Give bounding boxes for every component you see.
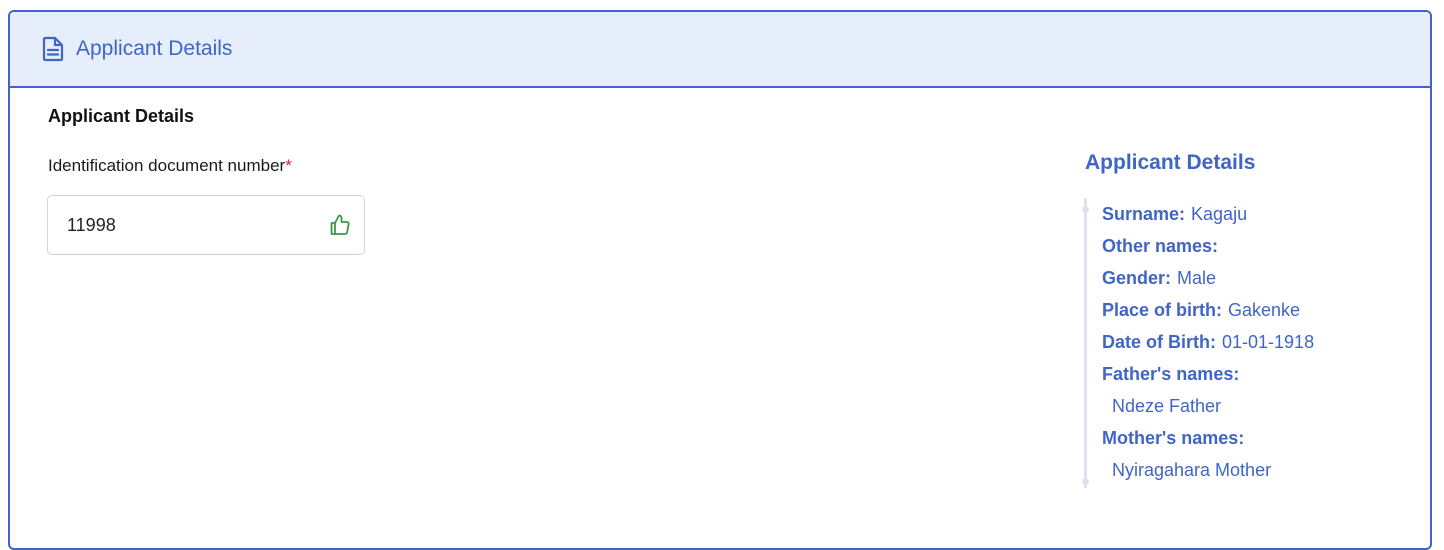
surname-value: Kagaju bbox=[1191, 204, 1248, 224]
father-names-row: Father's names: bbox=[1102, 358, 1314, 390]
other-names-label: Other names: bbox=[1102, 236, 1219, 256]
gender-label: Gender: bbox=[1102, 268, 1172, 288]
mother-names-row: Mother's names: bbox=[1102, 422, 1314, 454]
date-of-birth-row: Date of Birth: 01-01-1918 bbox=[1102, 326, 1314, 358]
date-of-birth-label: Date of Birth: bbox=[1102, 332, 1216, 352]
gender-row: Gender: Male bbox=[1102, 262, 1314, 294]
surname-label: Surname: bbox=[1102, 204, 1186, 224]
father-names-value: Ndeze Father bbox=[1112, 396, 1222, 416]
father-names-value-row: Ndeze Father bbox=[1102, 390, 1314, 422]
id-document-label-text: Identification document number bbox=[48, 156, 286, 175]
other-names-row: Other names: bbox=[1102, 230, 1314, 262]
id-document-field[interactable] bbox=[47, 195, 365, 255]
place-of-birth-value: Gakenke bbox=[1228, 300, 1301, 320]
card-header: Applicant Details bbox=[10, 12, 1430, 88]
mother-names-label: Mother's names: bbox=[1102, 428, 1245, 448]
required-marker: * bbox=[285, 156, 292, 175]
id-document-label: Identification document number* bbox=[48, 156, 292, 176]
date-of-birth-value: 01-01-1918 bbox=[1222, 332, 1315, 352]
mother-names-value-row: Nyiragahara Mother bbox=[1102, 454, 1314, 486]
surname-row: Surname: Kagaju bbox=[1102, 198, 1314, 230]
timeline-line bbox=[1080, 198, 1092, 488]
thumbs-up-icon bbox=[328, 213, 352, 237]
id-document-input[interactable] bbox=[67, 214, 297, 236]
place-of-birth-row: Place of birth: Gakenke bbox=[1102, 294, 1314, 326]
gender-value: Male bbox=[1177, 268, 1217, 288]
place-of-birth-label: Place of birth: bbox=[1102, 300, 1223, 320]
father-names-label: Father's names: bbox=[1102, 364, 1240, 384]
card-title: Applicant Details bbox=[76, 37, 233, 60]
applicant-summary: Surname: Kagaju Other names: Gender: Male … bbox=[1102, 198, 1314, 486]
mother-names-value: Nyiragahara Mother bbox=[1112, 460, 1272, 480]
section-title: Applicant Details bbox=[48, 106, 195, 126]
document-icon bbox=[42, 36, 64, 62]
timeline-track bbox=[1084, 198, 1087, 488]
timeline-dot-bottom bbox=[1082, 478, 1089, 485]
summary-title: Applicant Details bbox=[1085, 151, 1256, 174]
timeline-dot-top bbox=[1082, 206, 1089, 213]
